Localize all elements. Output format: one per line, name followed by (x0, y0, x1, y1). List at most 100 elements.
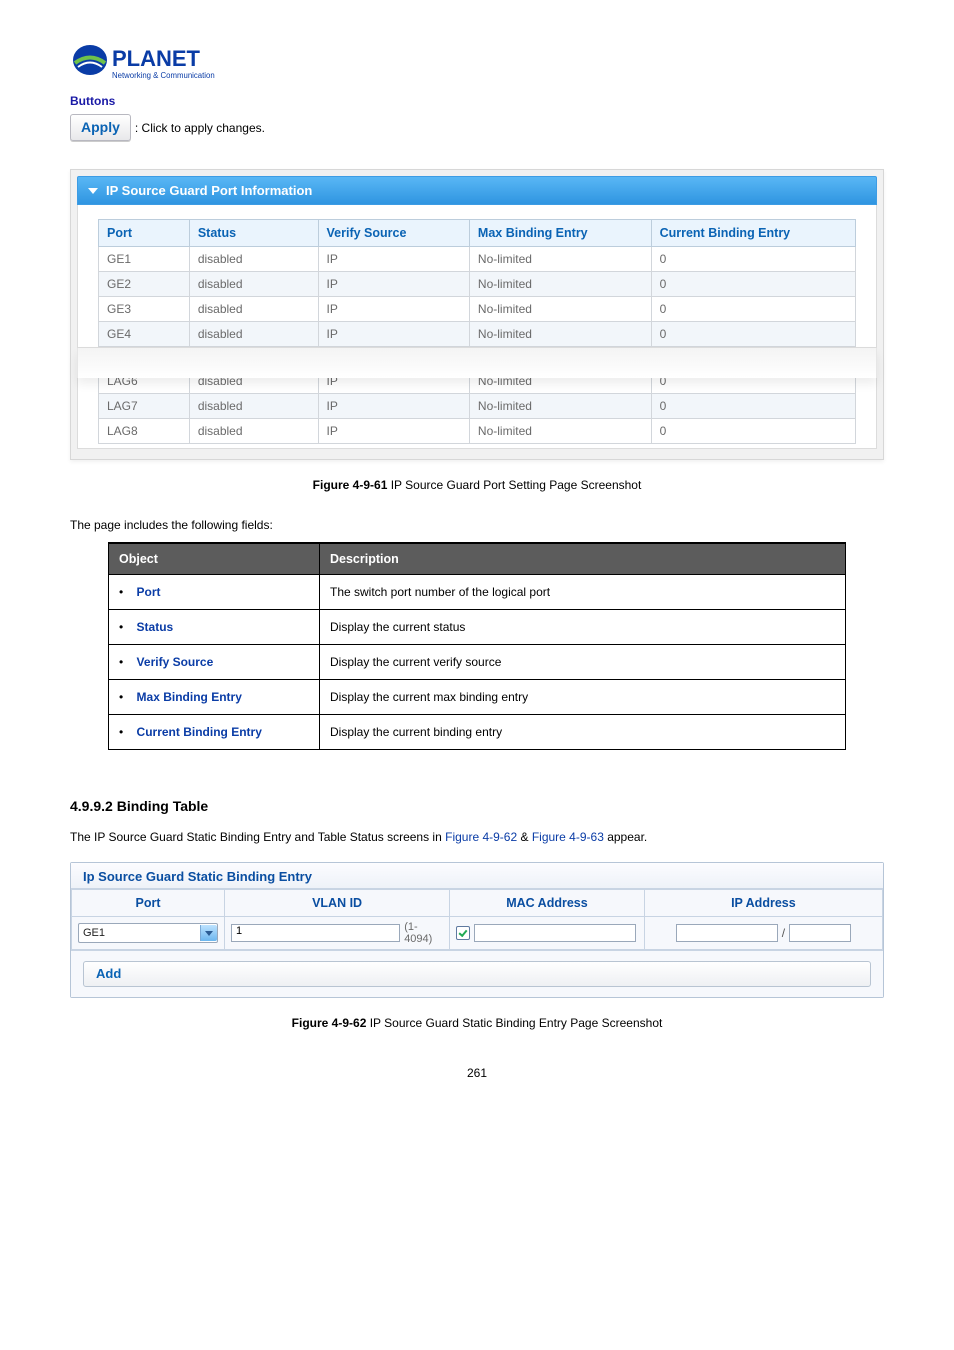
table-row: • Current Binding EntryDisplay the curre… (109, 715, 846, 750)
cell-verify: IP (318, 394, 469, 419)
object-name: • Max Binding Entry (109, 680, 320, 715)
mac-enable-checkbox[interactable] (456, 926, 470, 940)
cell-port: GE1 (99, 247, 190, 272)
buttons-heading: Buttons (70, 94, 884, 108)
cell-cur: 0 (651, 247, 855, 272)
bullet-icon: • (119, 725, 123, 739)
vlan-id-hint: (1-4094) (404, 921, 443, 945)
add-button[interactable]: Add (83, 961, 871, 987)
port-info-table-top: Port Status Verify Source Max Binding En… (98, 219, 856, 347)
cell-port: GE3 (99, 297, 190, 322)
object-label: Port (137, 585, 161, 599)
cell-verify: IP (318, 297, 469, 322)
table-row: GE3disabledIPNo-limited0 (99, 297, 856, 322)
col-status: Status (189, 220, 318, 247)
obj-header-desc: Description (320, 543, 846, 575)
object-desc: Display the current binding entry (320, 715, 846, 750)
table-row: GE2disabledIPNo-limited0 (99, 272, 856, 297)
cell-status: disabled (189, 394, 318, 419)
object-label: Current Binding Entry (137, 725, 262, 739)
cell-status: disabled (189, 322, 318, 347)
chevron-down-icon (88, 188, 98, 194)
obj-header-object: Object (109, 543, 320, 575)
col-verify-source: Verify Source (318, 220, 469, 247)
object-desc: Display the current max binding entry (320, 680, 846, 715)
cell-max: No-limited (469, 322, 651, 347)
brand-text: PLANET (112, 46, 201, 71)
table-row: • PortThe switch port number of the logi… (109, 575, 846, 610)
vlan-id-input[interactable]: 1 (231, 924, 400, 942)
brand-tagline: Networking & Communication (112, 71, 215, 80)
ipsg-col-mac: MAC Address (450, 890, 645, 917)
ipsg-title: Ip Source Guard Static Binding Entry (71, 863, 883, 889)
table-row: • Status Display the current status (109, 610, 846, 645)
brand-logo: PLANET Networking & Communication (70, 36, 884, 86)
table-row: LAG7disabledIPNo-limited0 (99, 394, 856, 419)
bt-pre: The IP Source Guard Static Binding Entry… (70, 830, 445, 844)
port-info-table-bottom: LAG6disabledIPNo-limited0LAG7disabledIPN… (98, 368, 856, 444)
figure-link-1[interactable]: Figure 4-9-62 (445, 830, 517, 844)
ipsg-col-port: Port (72, 890, 225, 917)
bt-post: appear. (604, 830, 647, 844)
bullet-icon: • (119, 620, 123, 634)
object-desc: The switch port number of the logical po… (320, 575, 846, 610)
table-row: GE4disabledIPNo-limited0 (99, 322, 856, 347)
ipsg-port-info-panel: IP Source Guard Port Information Port St… (70, 169, 884, 460)
cell-port: LAG8 (99, 419, 190, 444)
table-row: • Max Binding EntryDisplay the current m… (109, 680, 846, 715)
col-max-binding: Max Binding Entry (469, 220, 651, 247)
port-select[interactable]: GE1 (78, 923, 218, 943)
object-label: Status (137, 620, 174, 634)
panel-header[interactable]: IP Source Guard Port Information (77, 176, 877, 205)
ip-separator: / (782, 926, 785, 940)
cell-verify: IP (318, 419, 469, 444)
object-name: • Current Binding Entry (109, 715, 320, 750)
apply-description: : Click to apply changes. (135, 121, 265, 135)
bullet-icon: • (119, 655, 123, 669)
object-desc: Display the current status (320, 610, 846, 645)
mac-address-input[interactable] (474, 924, 636, 942)
section-heading-binding-table: 4.9.9.2 Binding Table (70, 798, 884, 814)
cell-max: No-limited (469, 394, 651, 419)
figure-label-2: Figure 4-9-62 (292, 1016, 367, 1030)
page-number: 261 (70, 1066, 884, 1100)
col-port: Port (99, 220, 190, 247)
figure-link-2[interactable]: Figure 4-9-63 (532, 830, 604, 844)
figure-caption-1: Figure 4-9-61 IP Source Guard Port Setti… (70, 478, 884, 492)
cell-verify: IP (318, 322, 469, 347)
table-break (77, 348, 877, 378)
figure-desc-2: IP Source Guard Static Binding Entry Pag… (366, 1016, 662, 1030)
cell-cur: 0 (651, 394, 855, 419)
cell-status: disabled (189, 297, 318, 322)
fields-intro: The page includes the following fields: (70, 518, 884, 532)
cell-max: No-limited (469, 272, 651, 297)
cell-status: disabled (189, 272, 318, 297)
cell-cur: 0 (651, 419, 855, 444)
port-select-value: GE1 (79, 927, 200, 939)
object-label: Max Binding Entry (137, 690, 242, 704)
ip-address-input-b[interactable] (789, 924, 851, 942)
object-name: • Port (109, 575, 320, 610)
object-description-table: Object Description • PortThe switch port… (108, 542, 846, 750)
cell-cur: 0 (651, 272, 855, 297)
cell-cur: 0 (651, 297, 855, 322)
object-name: • Verify Source (109, 645, 320, 680)
cell-verify: IP (318, 247, 469, 272)
bt-amp: & (517, 830, 532, 844)
cell-max: No-limited (469, 419, 651, 444)
cell-status: disabled (189, 419, 318, 444)
chevron-down-icon (200, 925, 217, 941)
bullet-icon: • (119, 585, 123, 599)
table-row: GE1disabledIPNo-limited0 (99, 247, 856, 272)
cell-max: No-limited (469, 297, 651, 322)
figure-label-1: Figure 4-9-61 (313, 478, 388, 492)
cell-port: GE4 (99, 322, 190, 347)
ip-address-input-a[interactable] (676, 924, 778, 942)
binding-table-intro: The IP Source Guard Static Binding Entry… (70, 830, 884, 844)
cell-status: disabled (189, 247, 318, 272)
table-row: • Verify SourceDisplay the current verif… (109, 645, 846, 680)
panel-title: IP Source Guard Port Information (106, 183, 312, 198)
cell-port: GE2 (99, 272, 190, 297)
cell-port: LAG7 (99, 394, 190, 419)
apply-button[interactable]: Apply (70, 114, 131, 141)
